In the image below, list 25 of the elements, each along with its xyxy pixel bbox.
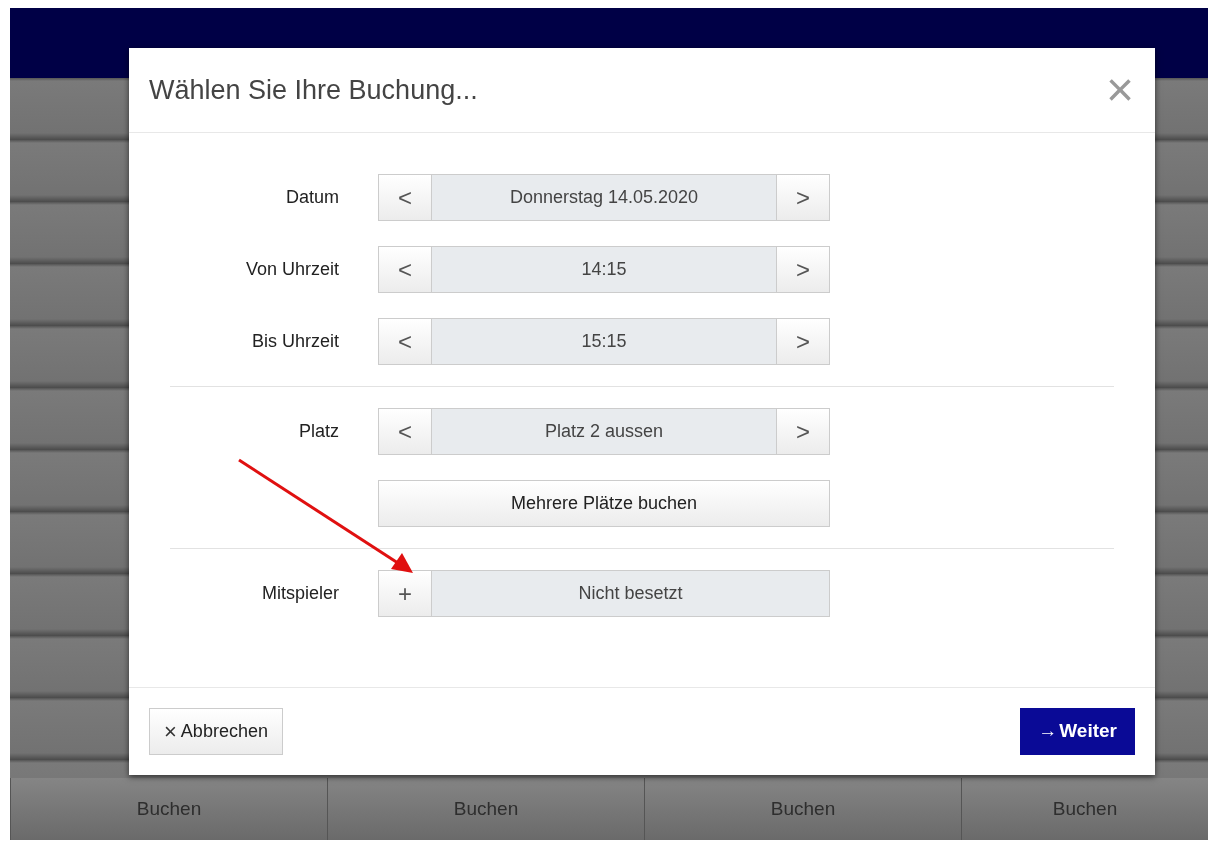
- next-button[interactable]: >: [776, 409, 829, 454]
- cancel-button[interactable]: × Abbrechen: [149, 708, 283, 755]
- field-label: Von Uhrzeit: [245, 258, 339, 281]
- next-button[interactable]: >: [776, 175, 829, 220]
- field-label: Platz: [298, 420, 339, 443]
- field-value: Platz 2 aussen: [432, 409, 776, 454]
- field-value: Donnerstag 14.05.2020: [432, 175, 776, 220]
- previous-button[interactable]: <: [379, 319, 432, 364]
- next-button[interactable]: >: [776, 247, 829, 292]
- previous-button[interactable]: <: [379, 175, 432, 220]
- field-value: 14:15: [432, 247, 776, 292]
- field-value: Nicht besetzt: [432, 571, 829, 616]
- previous-button[interactable]: <: [379, 409, 432, 454]
- dialog-title: Wählen Sie Ihre Buchung...: [149, 73, 478, 107]
- multi-court-button[interactable]: Mehrere Plätze buchen: [378, 480, 830, 527]
- field-label: Bis Uhrzeit: [251, 330, 339, 353]
- field-value: 15:15: [432, 319, 776, 364]
- close-icon: ×: [164, 720, 177, 743]
- arrow-icon: →: [1038, 717, 1058, 746]
- add-button[interactable]: +: [379, 571, 432, 616]
- next-button[interactable]: >: [776, 319, 829, 364]
- next-button[interactable]: →Weiter: [1020, 708, 1135, 755]
- field-label: Datum: [286, 186, 339, 209]
- field-label: Mitspieler: [261, 582, 339, 605]
- previous-button[interactable]: <: [379, 247, 432, 292]
